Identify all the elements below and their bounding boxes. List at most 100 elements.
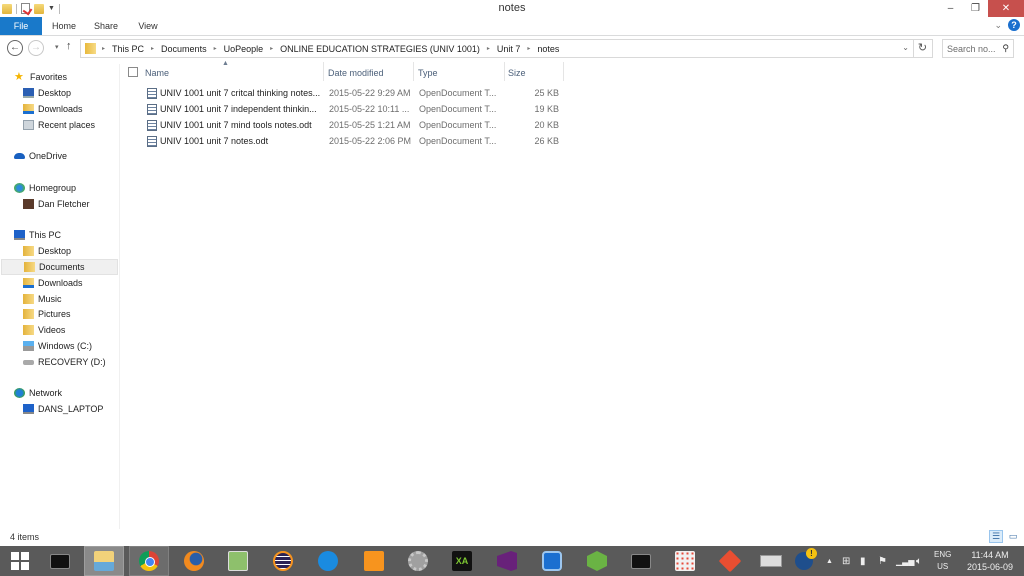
breadcrumb-uopeople[interactable]: UoPeople — [224, 44, 264, 54]
nav-this-pc[interactable]: This PC — [14, 227, 132, 243]
address-bar[interactable]: ▸ This PC ▸ Documents ▸ UoPeople ▸ ONLIN… — [80, 39, 914, 58]
navigation-pane: ★ Favorites Desktop Downloads Recent pla… — [0, 64, 120, 529]
language-indicator-text: ENG US — [934, 549, 951, 573]
show-hidden-icons-button[interactable]: ▲ — [826, 546, 833, 576]
minimize-button[interactable]: – — [938, 0, 963, 17]
close-button[interactable]: ✕ — [988, 0, 1024, 17]
taskbar-firefox[interactable] — [174, 546, 214, 576]
odt-file-icon — [147, 104, 157, 115]
taskbar-settings[interactable] — [398, 546, 438, 576]
navigation-bar: ← → ▾ ↑ ▸ This PC ▸ Documents ▸ UoPeople… — [0, 37, 1024, 60]
search-icon[interactable]: ⚲ — [1002, 43, 1009, 54]
file-type: OpenDocument T... — [419, 136, 497, 146]
touch-keyboard-button[interactable] — [760, 546, 782, 576]
network-icon — [14, 388, 25, 398]
column-divider[interactable] — [563, 62, 564, 81]
language-indicator[interactable]: ENG US — [934, 546, 951, 576]
taskbar-file-explorer[interactable] — [84, 546, 124, 576]
help-icon[interactable]: ? — [1008, 19, 1020, 31]
tray-help-warning[interactable] — [795, 546, 817, 576]
firefox-icon — [184, 551, 204, 571]
breadcrumb-online-education-strategies[interactable]: ONLINE EDUCATION STRATEGIES (UNIV 1001) — [280, 44, 480, 54]
title-bar: ▼ notes – ❐ ✕ — [0, 0, 1024, 17]
taskbar-vox[interactable]: XA — [442, 546, 482, 576]
taskbar-editor[interactable] — [354, 546, 394, 576]
nav-label: Downloads — [38, 278, 83, 288]
breadcrumb-separator[interactable]: ▸ — [151, 45, 154, 52]
breadcrumb-notes[interactable]: notes — [537, 44, 559, 54]
breadcrumb-this-pc[interactable]: This PC — [112, 44, 144, 54]
column-header-name[interactable]: Name — [145, 64, 323, 81]
nav-label: RECOVERY (D:) — [38, 357, 106, 367]
tray-windows-icon[interactable]: ⊞ — [842, 546, 850, 576]
restore-button[interactable]: ❐ — [963, 0, 988, 17]
tab-home[interactable]: Home — [44, 17, 84, 35]
taskbar-android-studio[interactable] — [577, 546, 617, 576]
up-button[interactable]: ↑ — [66, 40, 72, 52]
address-history-dropdown[interactable]: ⌄ — [902, 43, 909, 52]
tray-action-center[interactable]: ⚑ — [878, 546, 887, 576]
forward-button[interactable]: → — [28, 40, 44, 56]
taskbar-git[interactable] — [710, 546, 750, 576]
nav-homegroup[interactable]: Homegroup — [14, 180, 132, 196]
breadcrumb-separator[interactable]: ▸ — [487, 45, 490, 52]
back-button[interactable]: ← — [7, 40, 23, 56]
tab-file[interactable]: File — [0, 17, 42, 35]
nav-onedrive[interactable]: OneDrive — [14, 148, 132, 164]
taskbar: XA ▲ ⊞ ▮ ⚑ ▁▃▅ 🔈︎ ENG US 11:44 AM 2015-0… — [0, 546, 1024, 576]
desktop-icon — [23, 88, 34, 98]
file-row[interactable]: UNIV 1001 unit 7 mind tools notes.odt 20… — [143, 118, 563, 134]
file-explorer-window: ▼ notes – ❐ ✕ File Home Share View ⌄ ? ←… — [0, 0, 1024, 546]
breadcrumb-separator[interactable]: ▸ — [270, 45, 273, 52]
taskbar-eclipse[interactable] — [263, 546, 303, 576]
breadcrumb-separator[interactable]: ▸ — [214, 45, 217, 52]
breadcrumb-documents[interactable]: Documents — [161, 44, 207, 54]
nav-documents[interactable]: Documents — [1, 259, 118, 275]
large-icons-view-button[interactable]: ▭ — [1006, 530, 1020, 543]
file-row[interactable]: UNIV 1001 unit 7 independent thinkin... … — [143, 102, 563, 118]
column-divider[interactable] — [323, 62, 324, 81]
taskbar-notepad-plus-plus[interactable] — [218, 546, 258, 576]
taskbar-command-prompt[interactable] — [40, 546, 80, 576]
refresh-button[interactable]: ↻ — [913, 39, 933, 58]
ribbon-tabs: File Home Share View ⌄ ? — [0, 17, 1024, 36]
taskbar-teamviewer[interactable] — [532, 546, 572, 576]
column-divider[interactable] — [504, 62, 505, 81]
tray-power[interactable]: ▮ — [860, 546, 866, 576]
tray-network[interactable]: ▁▃▅ — [896, 546, 914, 576]
file-row[interactable]: UNIV 1001 unit 7 critcal thinking notes.… — [143, 86, 563, 102]
command-prompt-icon — [50, 553, 70, 569]
tab-share[interactable]: Share — [86, 17, 126, 35]
clock[interactable]: 11:44 AM 2015-06-09 — [964, 546, 1016, 576]
column-header-type[interactable]: Type — [418, 64, 504, 81]
column-header-date-modified[interactable]: Date modified — [328, 64, 416, 81]
view-switcher: ☰ ▭ — [989, 530, 1020, 543]
homegroup-icon — [14, 183, 25, 193]
column-divider[interactable] — [413, 62, 414, 81]
expand-ribbon-icon[interactable]: ⌄ — [994, 20, 1002, 31]
status-bar: 4 items ☰ ▭ — [0, 529, 1024, 546]
file-row[interactable]: UNIV 1001 unit 7 notes.odt 2015-05-22 2:… — [143, 134, 563, 150]
file-explorer-icon — [94, 551, 114, 571]
recent-locations-button[interactable]: ▾ — [55, 43, 59, 51]
start-button[interactable] — [0, 546, 40, 576]
details-view-button[interactable]: ☰ — [989, 530, 1003, 543]
nav-favorites[interactable]: ★ Favorites — [14, 69, 132, 85]
file-size: 19 KB — [534, 104, 559, 114]
column-header-size[interactable]: Size — [508, 64, 558, 81]
star-icon: ★ — [14, 70, 24, 83]
taskbar-virtualbox[interactable] — [308, 546, 348, 576]
taskbar-apps[interactable] — [665, 546, 705, 576]
search-input[interactable] — [947, 43, 999, 54]
nav-network[interactable]: Network — [14, 385, 132, 401]
breadcrumb-separator[interactable]: ▸ — [527, 45, 530, 52]
android-studio-icon — [587, 551, 607, 571]
tab-view[interactable]: View — [128, 17, 168, 35]
tray-volume[interactable]: 🔈︎ — [916, 546, 922, 576]
taskbar-visual-studio[interactable] — [487, 546, 527, 576]
taskbar-chrome[interactable] — [129, 546, 169, 576]
breadcrumb-unit-7[interactable]: Unit 7 — [497, 44, 521, 54]
breadcrumb-separator[interactable]: ▸ — [102, 45, 105, 52]
taskbar-command-prompt-2[interactable] — [621, 546, 661, 576]
select-all-checkbox[interactable] — [128, 67, 138, 77]
